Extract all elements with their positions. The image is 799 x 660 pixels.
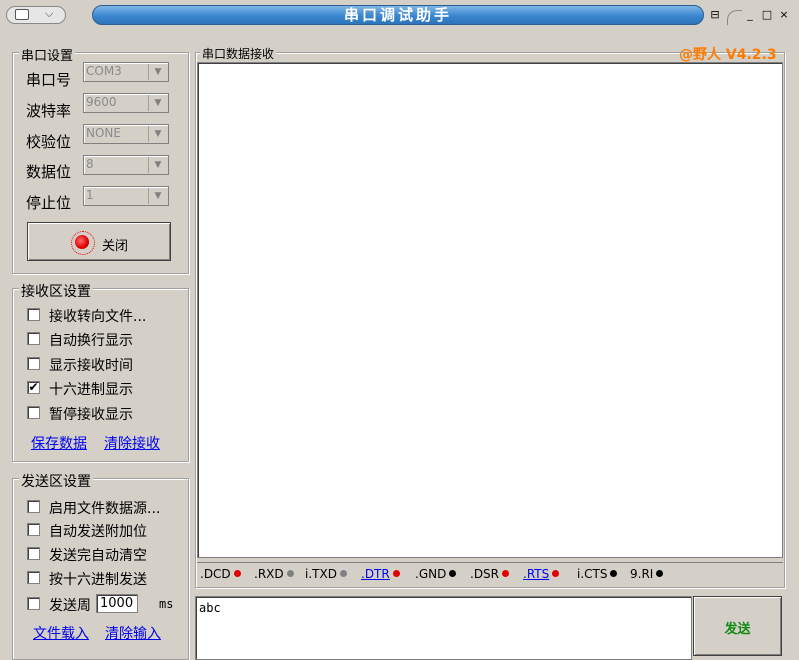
parity-label: 校验位 bbox=[26, 133, 72, 151]
recv-to-file-label: 接收转向文件... bbox=[49, 309, 147, 325]
auto-append-label: 自动发送附加位 bbox=[49, 524, 147, 540]
close-button[interactable]: × bbox=[777, 8, 791, 22]
auto-clear-checkbox[interactable] bbox=[27, 547, 40, 560]
baud-value: 9600 bbox=[86, 95, 117, 109]
baud-label: 波特率 bbox=[26, 102, 72, 120]
signal-rxd: .RXD bbox=[254, 567, 294, 581]
gnd-indicator-icon bbox=[449, 570, 457, 577]
show-time-label: 显示接收时间 bbox=[49, 358, 133, 374]
rxd-indicator-icon bbox=[286, 570, 294, 577]
maximize-button[interactable]: □ bbox=[760, 8, 774, 22]
stopbits-value: 1 bbox=[86, 188, 94, 202]
signal-gnd: .GND bbox=[415, 567, 457, 581]
auto-clear-label: 发送完自动清空 bbox=[49, 548, 147, 564]
auto-append-checkbox[interactable] bbox=[27, 523, 40, 536]
status-led-icon bbox=[75, 235, 89, 249]
send-period-checkbox[interactable] bbox=[27, 597, 40, 610]
pause-recv-label: 暂停接收显示 bbox=[49, 407, 133, 423]
clear-recv-link[interactable]: 清除接收 bbox=[104, 433, 160, 453]
load-file-link[interactable]: 文件载入 bbox=[33, 623, 89, 643]
send-button-label: 发送 bbox=[724, 622, 751, 637]
file-source-label: 启用文件数据源... bbox=[49, 501, 161, 517]
signal-txd: i.TXD bbox=[305, 567, 347, 581]
ri-indicator-icon bbox=[656, 570, 664, 577]
send-text-value: abc bbox=[199, 601, 221, 615]
send-period-input[interactable]: 1000 bbox=[96, 594, 138, 613]
databits-select[interactable]: 8 ▼ bbox=[83, 155, 169, 175]
hex-send-checkbox[interactable] bbox=[27, 571, 40, 584]
auto-wrap-label: 自动换行显示 bbox=[49, 333, 133, 349]
send-settings-title: 发送区设置 bbox=[19, 471, 93, 491]
dtr-indicator-icon bbox=[392, 570, 400, 577]
signal-dsr: .DSR bbox=[470, 567, 510, 581]
clear-input-link[interactable]: 清除输入 bbox=[105, 623, 161, 643]
receive-settings-title: 接收区设置 bbox=[19, 281, 93, 301]
pause-recv-checkbox[interactable] bbox=[27, 406, 40, 419]
txd-indicator-icon bbox=[339, 570, 347, 577]
receive-textarea[interactable] bbox=[197, 62, 783, 558]
signal-cts: i.CTS bbox=[577, 567, 618, 581]
baud-select[interactable]: 9600 ▼ bbox=[83, 93, 169, 113]
databits-label: 数据位 bbox=[26, 163, 72, 181]
system-menu-button[interactable]: ⌵ bbox=[6, 6, 66, 24]
dcd-indicator-icon bbox=[233, 570, 241, 577]
auto-wrap-checkbox[interactable] bbox=[27, 332, 40, 345]
title-bar: ⌵ 串口调试助手 ⊟ _ □ × bbox=[0, 0, 799, 30]
signal-ri: 9.RI bbox=[630, 567, 664, 581]
rts-indicator-icon bbox=[552, 570, 560, 577]
minimize-button[interactable]: _ bbox=[743, 8, 757, 22]
show-time-checkbox[interactable] bbox=[27, 357, 40, 370]
stopbits-label: 停止位 bbox=[26, 194, 72, 212]
dsr-indicator-icon bbox=[502, 570, 510, 577]
signal-dtr[interactable]: .DTR bbox=[361, 567, 400, 581]
signal-dcd: .DCD bbox=[200, 567, 241, 581]
hex-display-label: 十六进制显示 bbox=[49, 382, 133, 398]
chevron-down-icon[interactable]: ▼ bbox=[148, 64, 167, 80]
hex-display-checkbox[interactable]: ✔ bbox=[27, 381, 40, 394]
signal-rts[interactable]: .RTS bbox=[523, 567, 560, 581]
brand-version: @野人 V4.2.3 bbox=[679, 47, 777, 63]
hex-send-label: 按十六进制发送 bbox=[49, 572, 147, 588]
chevron-down-icon[interactable]: ▼ bbox=[148, 126, 167, 142]
toggle-port-button[interactable]: 关闭 bbox=[27, 222, 171, 261]
chevron-down-icon[interactable]: ▼ bbox=[148, 188, 167, 204]
receive-area-title: 串口数据接收 bbox=[200, 45, 277, 62]
title-separator bbox=[727, 10, 742, 25]
port-select[interactable]: COM3 ▼ bbox=[83, 62, 169, 82]
toggle-port-label: 关闭 bbox=[102, 239, 129, 254]
stopbits-select[interactable]: 1 ▼ bbox=[83, 186, 169, 206]
databits-value: 8 bbox=[86, 157, 94, 171]
send-period-label: 发送周 bbox=[49, 598, 91, 614]
pin-icon[interactable]: ⊟ bbox=[708, 8, 722, 22]
chevron-down-icon: ⌵ bbox=[45, 7, 54, 20]
port-settings-title: 串口设置 bbox=[19, 45, 76, 64]
parity-value: NONE bbox=[86, 126, 121, 140]
chevron-down-icon[interactable]: ▼ bbox=[148, 95, 167, 111]
port-label: 串口号 bbox=[26, 71, 72, 89]
signal-status-bar: .DCD .RXD i.TXD .DTR .GND .DSR .RTS i.CT… bbox=[197, 562, 783, 585]
send-period-unit: ms bbox=[159, 597, 174, 611]
chevron-down-icon[interactable]: ▼ bbox=[148, 157, 167, 173]
window-title: 串口调试助手 bbox=[92, 5, 704, 25]
port-value: COM3 bbox=[86, 64, 122, 78]
parity-select[interactable]: NONE ▼ bbox=[83, 124, 169, 144]
send-textarea[interactable]: abc bbox=[195, 596, 692, 660]
cts-indicator-icon bbox=[610, 570, 618, 577]
recv-to-file-checkbox[interactable] bbox=[27, 308, 40, 321]
save-data-link[interactable]: 保存数据 bbox=[31, 433, 87, 453]
app-icon bbox=[15, 9, 29, 20]
file-source-checkbox[interactable] bbox=[27, 500, 40, 513]
send-button[interactable]: 发送 bbox=[693, 596, 782, 656]
